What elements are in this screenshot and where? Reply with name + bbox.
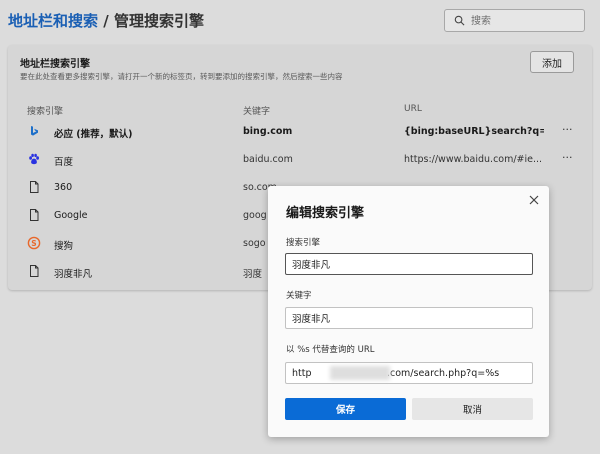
search-icon xyxy=(454,15,465,26)
table-row: 必应 (推荐，默认) bing.com {bing:baseURL}search… xyxy=(8,118,592,146)
engine-keyword: sogo xyxy=(243,238,266,249)
sogou-icon: S xyxy=(27,236,41,250)
keyword-label: 关键字 xyxy=(286,291,312,301)
engine-name: Google xyxy=(54,210,88,221)
column-header-engine: 搜索引擎 xyxy=(27,107,64,117)
url-field-wrapper xyxy=(285,362,533,384)
save-button[interactable]: 保存 xyxy=(285,398,406,420)
engine-keyword: bing.com xyxy=(243,126,293,137)
engine-keyword: baidu.com xyxy=(243,154,293,165)
more-options-icon[interactable]: ··· xyxy=(562,123,573,136)
url-label: 以 %s 代替查询的 URL xyxy=(286,345,375,355)
column-header-keyword: 关键字 xyxy=(243,107,271,117)
column-header-url: URL xyxy=(404,104,422,114)
document-icon xyxy=(30,265,39,277)
engine-label: 搜索引擎 xyxy=(286,238,321,248)
close-icon[interactable] xyxy=(528,194,540,206)
engine-name: 百度 xyxy=(54,157,74,168)
url-field[interactable] xyxy=(286,363,532,383)
document-icon xyxy=(30,209,39,221)
engine-url: {bing:baseURL}search?q=... xyxy=(404,126,544,137)
more-options-icon[interactable]: ··· xyxy=(562,151,573,164)
card-description: 要在此处查看更多搜索引擎，请打开一个新的标签页，转到要添加的搜索引擎，然后搜索一… xyxy=(20,72,343,81)
edit-search-engine-dialog: 编辑搜索引擎 搜索引擎 关键字 以 %s 代替查询的 URL 保存 取消 xyxy=(268,186,549,437)
engine-url: https://www.baidu.com/#ie... xyxy=(404,154,543,165)
breadcrumb: 地址栏和搜索 / 管理搜索引擎 xyxy=(8,10,204,31)
cancel-button[interactable]: 取消 xyxy=(412,398,533,420)
engine-name: 搜狗 xyxy=(54,241,74,252)
search-input[interactable] xyxy=(471,13,579,29)
card-title: 地址栏搜索引擎 xyxy=(20,59,90,70)
add-button[interactable]: 添加 xyxy=(530,51,574,73)
engine-name-field[interactable] xyxy=(285,253,533,275)
engine-name: 必应 (推荐，默认) xyxy=(54,129,133,140)
page-header: 地址栏和搜索 / 管理搜索引擎 xyxy=(0,0,600,42)
document-icon xyxy=(30,181,39,193)
engine-keyword: goog xyxy=(243,210,267,221)
breadcrumb-separator: / xyxy=(103,12,109,30)
baidu-paw-icon xyxy=(29,153,39,165)
breadcrumb-link-address-bar[interactable]: 地址栏和搜索 xyxy=(8,12,98,30)
engine-name: 360 xyxy=(54,182,73,193)
table-row: 百度 baidu.com https://www.baidu.com/#ie..… xyxy=(8,146,592,174)
keyword-field[interactable] xyxy=(285,307,533,329)
engine-name: 羽度非凡 xyxy=(54,269,93,280)
engine-keyword: 羽度 xyxy=(243,269,263,280)
bing-icon xyxy=(31,126,38,136)
dialog-title: 编辑搜索引擎 xyxy=(286,206,365,221)
svg-text:S: S xyxy=(31,239,36,248)
redacted-blur xyxy=(330,366,390,380)
search-box[interactable] xyxy=(444,9,585,32)
page-title: 管理搜索引擎 xyxy=(113,12,204,30)
